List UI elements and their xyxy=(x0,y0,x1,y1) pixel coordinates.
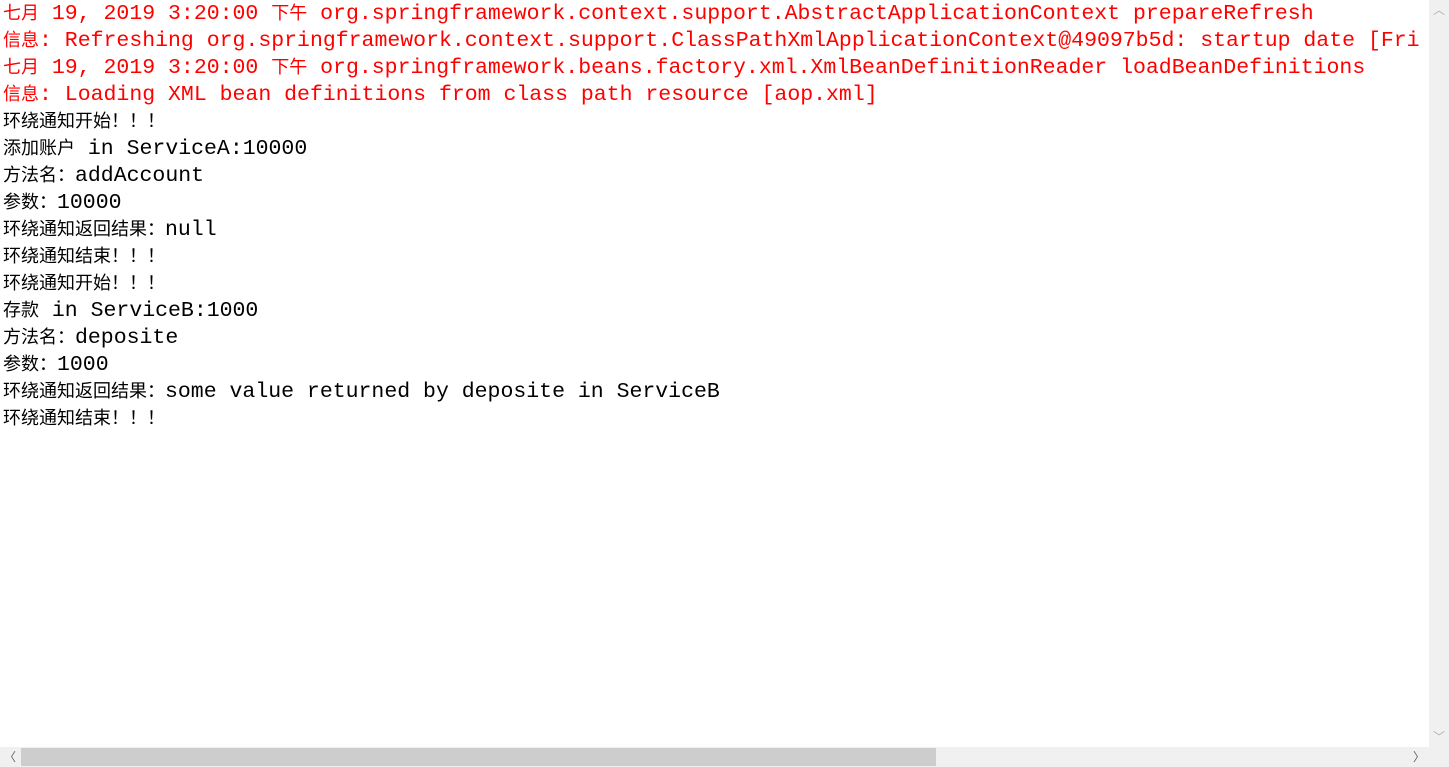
console-line-stdout: 方法名：deposite xyxy=(0,324,1429,351)
console-text-segment: 七月 xyxy=(3,57,39,78)
console-text-segment: 1000 xyxy=(57,353,109,377)
console-text-segment: 七月 xyxy=(3,3,39,24)
console-line-stdout: 参数：10000 xyxy=(0,189,1429,216)
console-text-segment: 环绕通知结束！！！ xyxy=(3,246,165,267)
console-text-segment: 方法名： xyxy=(3,165,75,186)
console-line-stdout: 环绕通知返回结果：null xyxy=(0,216,1429,243)
console-line-stderr: 七月 19, 2019 3:20:00 下午 org.springframewo… xyxy=(0,54,1429,81)
console-line-stdout: 环绕通知开始！！！ xyxy=(0,108,1429,135)
console-line-stdout: 添加账户 in ServiceA:10000 xyxy=(0,135,1429,162)
console-text-segment: addAccount xyxy=(75,164,205,188)
console-text-segment: null xyxy=(165,218,217,242)
console-text-segment: org.springframework.beans.factory.xml.Xm… xyxy=(307,56,1366,80)
console-text-segment: 方法名： xyxy=(3,327,75,348)
console-text-segment: 下午 xyxy=(271,57,308,78)
console-text-segment: 存款 xyxy=(3,300,39,321)
console-text-segment: 19, 2019 3:20:00 xyxy=(39,56,272,80)
console-line-stdout: 存款 in ServiceB:1000 xyxy=(0,297,1429,324)
horizontal-scrollbar[interactable]: 〈 〉 xyxy=(0,747,1429,767)
console-line-stdout: 环绕通知开始！！！ xyxy=(0,270,1429,297)
console-line-stdout: 方法名：addAccount xyxy=(0,162,1429,189)
console-text-segment: in ServiceB:1000 xyxy=(39,299,259,323)
console-text-segment: 19, 2019 3:20:00 xyxy=(39,2,272,26)
console-line-stdout: 环绕通知结束！！！ xyxy=(0,405,1429,432)
console-text-segment: in ServiceA:10000 xyxy=(75,137,308,161)
console-text-segment: some value returned by deposite in Servi… xyxy=(165,380,720,404)
chevron-up-icon[interactable]: ︿ xyxy=(1429,0,1449,20)
console-text-segment: 信息 xyxy=(3,30,39,51)
chevron-right-icon[interactable]: 〉 xyxy=(1409,747,1429,767)
console-output[interactable]: 七月 19, 2019 3:20:00 下午 org.springframewo… xyxy=(0,0,1429,747)
console-text-segment: 环绕通知开始！！！ xyxy=(3,111,165,132)
console-text-segment: 环绕通知返回结果： xyxy=(3,219,165,240)
console-line-stderr: 信息: Loading XML bean definitions from cl… xyxy=(0,81,1429,108)
console-text-segment: 参数： xyxy=(3,192,57,213)
console-text-segment: 环绕通知开始！！！ xyxy=(3,273,165,294)
console-text-segment: 下午 xyxy=(271,3,308,24)
console-text-segment: 添加账户 xyxy=(3,138,75,159)
console-text-segment: deposite xyxy=(75,326,179,350)
console-line-stderr: 信息: Refreshing org.springframework.conte… xyxy=(0,27,1429,54)
console-text-segment: 信息 xyxy=(3,84,39,105)
horizontal-scroll-thumb[interactable] xyxy=(21,748,936,766)
console-text-segment: 参数： xyxy=(3,354,57,375)
console-text-segment: 环绕通知结束！！！ xyxy=(3,408,165,429)
chevron-left-icon[interactable]: 〈 xyxy=(0,747,20,767)
console-line-stdout: 环绕通知结束！！！ xyxy=(0,243,1429,270)
console-line-stdout: 环绕通知返回结果：some value returned by deposite… xyxy=(0,378,1429,405)
console-text-segment: : Refreshing org.springframework.context… xyxy=(39,29,1420,53)
chevron-down-icon[interactable]: ﹀ xyxy=(1429,727,1449,747)
vertical-scrollbar[interactable]: ︿ ﹀ xyxy=(1429,0,1449,747)
console-text-segment: 环绕通知返回结果： xyxy=(3,381,165,402)
scrollbar-corner xyxy=(1429,747,1449,767)
console-line-stderr: 七月 19, 2019 3:20:00 下午 org.springframewo… xyxy=(0,0,1429,27)
console-text-segment: 10000 xyxy=(57,191,122,215)
console-text-segment: org.springframework.context.support.Abst… xyxy=(307,2,1314,26)
console-text-segment: : Loading XML bean definitions from clas… xyxy=(39,83,878,107)
console-line-stdout: 参数：1000 xyxy=(0,351,1429,378)
